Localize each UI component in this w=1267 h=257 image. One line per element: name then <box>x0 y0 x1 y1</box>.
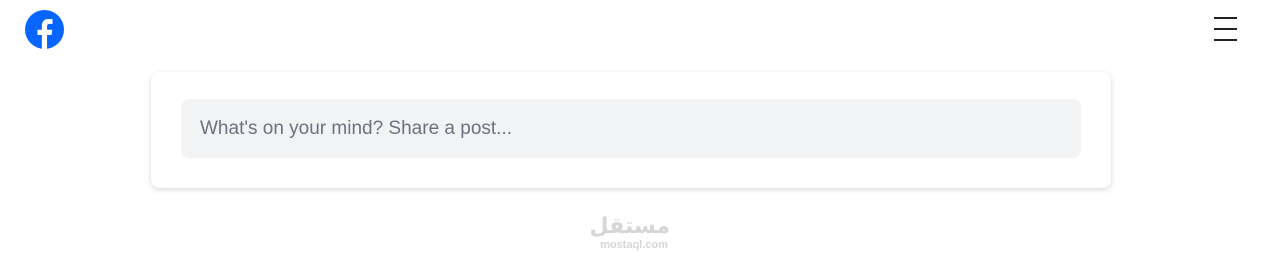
watermark-logo-text: مستقل <box>589 214 670 239</box>
menu-line-middle <box>1214 28 1237 30</box>
watermark-domain: mostaql.com <box>600 239 668 251</box>
facebook-logo-graphic <box>25 10 64 49</box>
menu-line-top <box>1214 17 1237 19</box>
facebook-logo-icon[interactable] <box>25 10 64 49</box>
menu-line-bottom <box>1214 39 1237 41</box>
post-composer-card <box>151 72 1111 188</box>
hamburger-menu-icon[interactable] <box>1214 16 1237 42</box>
post-composer-input[interactable] <box>181 99 1081 158</box>
mostaql-watermark: مستقل mostaql.com <box>589 214 670 252</box>
